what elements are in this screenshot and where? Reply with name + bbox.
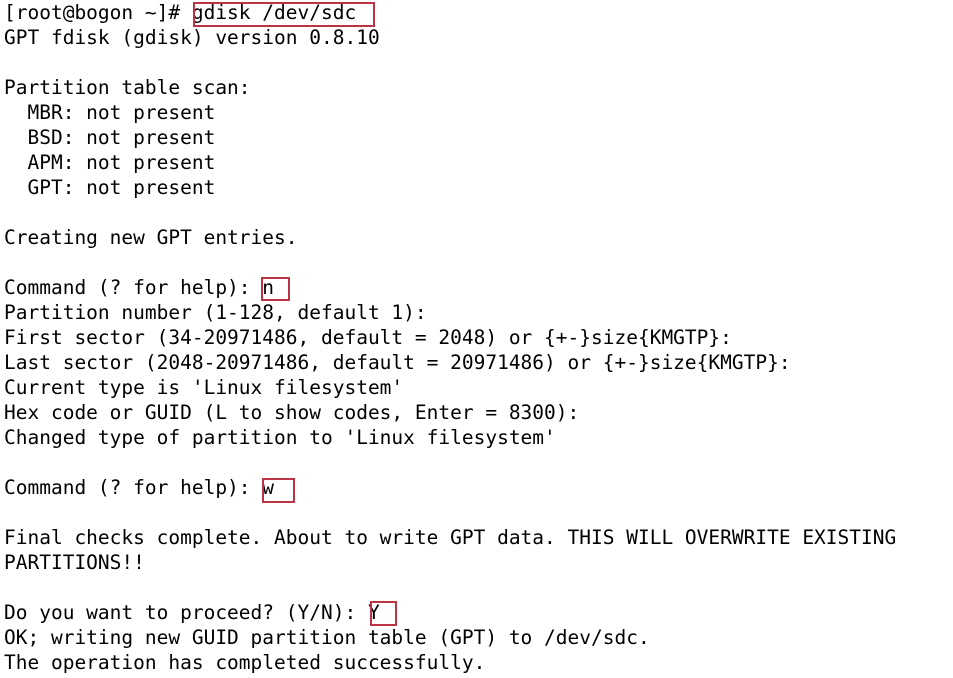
- terminal-line: MBR: not present: [4, 101, 216, 124]
- terminal-line: Final checks complete. About to write GP…: [4, 526, 897, 549]
- highlight-box-n-input: [261, 277, 290, 301]
- terminal-line: PARTITIONS!!: [4, 551, 145, 574]
- terminal-line: OK; writing new GUID partition table (GP…: [4, 626, 650, 649]
- terminal-line: Current type is 'Linux filesystem': [4, 376, 404, 399]
- terminal-line: APM: not present: [4, 151, 216, 174]
- terminal-line: Changed type of partition to 'Linux file…: [4, 426, 556, 449]
- terminal-line: GPT: not present: [4, 176, 216, 199]
- terminal-line: GPT fdisk (gdisk) version 0.8.10: [4, 26, 380, 49]
- terminal-line: Command (? for help): w: [4, 476, 275, 499]
- terminal-line: Partition table scan:: [4, 76, 251, 99]
- terminal-output: [root@bogon ~]# gdisk /dev/sdc GPT fdisk…: [0, 0, 953, 678]
- terminal-line: Creating new GPT entries.: [4, 226, 298, 249]
- terminal-line: Do you want to proceed? (Y/N): Y: [4, 601, 380, 624]
- terminal-line: The operation has completed successfully…: [4, 651, 486, 674]
- terminal-line: First sector (34-20971486, default = 204…: [4, 326, 744, 349]
- highlight-box-gdisk-command: [193, 2, 375, 27]
- highlight-box-w-input: [262, 478, 295, 503]
- terminal-line: Hex code or GUID (L to show codes, Enter…: [4, 401, 591, 424]
- terminal-line: BSD: not present: [4, 126, 216, 149]
- terminal-line: Last sector (2048-20971486, default = 20…: [4, 351, 803, 374]
- terminal-line: Command (? for help): n: [4, 276, 275, 299]
- terminal-line: Partition number (1-128, default 1):: [4, 301, 439, 324]
- highlight-box-y-input: [370, 601, 397, 626]
